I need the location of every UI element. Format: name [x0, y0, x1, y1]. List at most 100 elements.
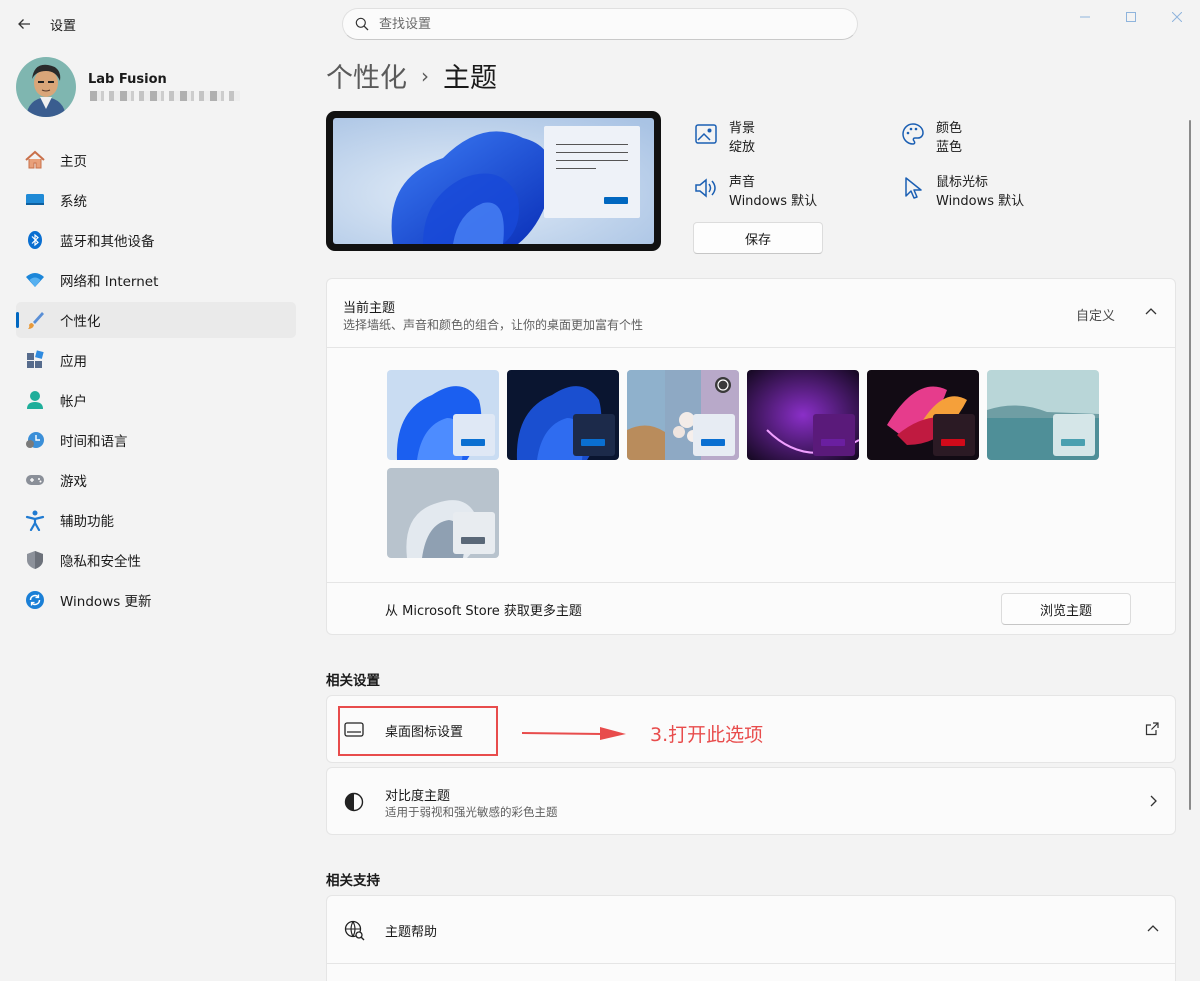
speaker-icon [695, 178, 716, 198]
breadcrumb: 个性化 › 主题 [326, 56, 497, 95]
property-background[interactable]: 背景 绽放 [693, 119, 755, 157]
app-title: 设置 [50, 19, 77, 34]
globe-search-icon [344, 920, 365, 941]
breadcrumb-parent[interactable]: 个性化 [326, 56, 407, 95]
contrast-icon [344, 792, 364, 812]
system-icon [24, 189, 46, 211]
user-name: Lab Fusion [88, 72, 167, 87]
update-icon [24, 589, 46, 611]
related-support-title: 相关支持 [326, 873, 380, 889]
current-theme-card: 当前主题 选择墙纸、声音和颜色的组合，让你的桌面更加富有个性 自定义 从 Mic… [326, 278, 1176, 635]
store-text: 从 Microsoft Store 获取更多主题 [385, 604, 582, 619]
title-bar: 设置 [0, 0, 1200, 48]
gamepad-icon [24, 469, 46, 491]
sidebar-item-windows-update[interactable]: Windows 更新 [16, 582, 296, 618]
theme-thumbnail-bloom-light[interactable] [387, 370, 499, 460]
sidebar-item-privacy[interactable]: 隐私和安全性 [16, 542, 296, 578]
chevron-up-icon[interactable] [1147, 923, 1159, 935]
chevron-right-icon [1150, 795, 1157, 807]
annotation-highlight-box [338, 706, 498, 756]
home-icon [24, 149, 46, 171]
sidebar-item-accessibility[interactable]: 辅助功能 [16, 502, 296, 538]
sidebar-item-system[interactable]: 系统 [16, 182, 296, 218]
theme-thumbnail-glow[interactable] [747, 370, 859, 460]
sidebar-item-bluetooth[interactable]: 蓝牙和其他设备 [16, 222, 296, 258]
chevron-up-icon[interactable] [1145, 306, 1157, 318]
theme-help-row[interactable]: 主题帮助 [327, 896, 1175, 964]
sidebar-item-label: 时间和语言 [60, 434, 128, 450]
cursor-icon [905, 177, 922, 199]
sidebar-item-label: 辅助功能 [60, 514, 114, 530]
theme-thumbnail-flow[interactable] [987, 370, 1099, 460]
theme-thumbnail-spotlight[interactable] [627, 370, 739, 460]
current-theme-mode: 自定义 [1075, 309, 1115, 324]
sidebar-item-personalization[interactable]: 个性化 [16, 302, 296, 338]
account-icon [24, 389, 46, 411]
search-input[interactable] [379, 16, 819, 32]
contrast-themes-title: 对比度主题 [385, 789, 451, 804]
wifi-icon [24, 269, 46, 291]
property-label: 颜色 [936, 121, 963, 136]
theme-help-card: 主题帮助 [326, 895, 1176, 981]
palette-icon [902, 123, 924, 145]
accessibility-icon [24, 509, 46, 531]
contrast-themes-subtitle: 适用于弱视和强光敏感的彩色主题 [385, 805, 558, 819]
related-settings-title: 相关设置 [326, 673, 380, 689]
page-title: 主题 [443, 63, 497, 94]
current-theme-header[interactable]: 当前主题 选择墙纸、声音和颜色的组合，让你的桌面更加富有个性 自定义 [327, 279, 1175, 348]
current-theme-subtitle: 选择墙纸、声音和颜色的组合，让你的桌面更加富有个性 [343, 318, 644, 332]
property-value: Windows 默认 [729, 194, 818, 209]
sidebar-item-label: 帐户 [60, 394, 87, 410]
shield-icon [24, 549, 46, 571]
sidebar-item-apps[interactable]: 应用 [16, 342, 296, 378]
property-value: Windows 默认 [936, 194, 1025, 209]
sidebar-item-gaming[interactable]: 游戏 [16, 462, 296, 498]
avatar [16, 57, 76, 117]
theme-thumbnail-bloom-dark[interactable] [507, 370, 619, 460]
property-label: 鼠标光标 [936, 175, 989, 190]
sidebar-item-network[interactable]: 网络和 Internet [16, 262, 296, 298]
property-value: 绽放 [729, 140, 756, 155]
sidebar-item-label: Windows 更新 [60, 594, 152, 610]
property-label: 声音 [729, 175, 756, 190]
property-value: 蓝色 [936, 140, 963, 155]
theme-thumbnail-sunrise[interactable] [387, 468, 499, 558]
property-sound[interactable]: 声音 Windows 默认 [693, 173, 817, 211]
sidebar-item-label: 个性化 [60, 314, 101, 330]
image-icon [695, 124, 717, 144]
current-theme-title: 当前主题 [343, 301, 396, 316]
sidebar-item-label: 主页 [60, 154, 87, 170]
save-button[interactable]: 保存 [693, 222, 823, 254]
minimize-icon [1080, 16, 1090, 18]
annotation-arrow-icon [521, 727, 626, 740]
preview-wallpaper [333, 118, 654, 244]
theme-thumbnail-captured-motion[interactable] [867, 370, 979, 460]
sidebar-item-home[interactable]: 主页 [16, 142, 296, 178]
preview-window [544, 126, 640, 218]
sidebar-item-time-language[interactable]: 时间和语言 [16, 422, 296, 458]
time-language-icon [24, 429, 46, 451]
search-box[interactable] [342, 8, 858, 40]
close-button[interactable] [1154, 4, 1200, 30]
sidebar-item-label: 应用 [60, 354, 87, 370]
sidebar-item-label: 系统 [60, 194, 87, 210]
back-button[interactable] [10, 10, 38, 38]
search-icon [355, 17, 369, 31]
contrast-themes-row[interactable]: 对比度主题 适用于弱视和强光敏感的彩色主题 [326, 767, 1176, 835]
browse-themes-button[interactable]: 浏览主题 [1001, 593, 1131, 625]
apps-icon [24, 349, 46, 371]
sidebar-item-label: 网络和 Internet [60, 274, 159, 290]
property-label: 背景 [729, 121, 756, 136]
theme-preview [326, 111, 661, 251]
sidebar-item-label: 蓝牙和其他设备 [60, 234, 155, 250]
sidebar-item-accounts[interactable]: 帐户 [16, 382, 296, 418]
minimize-button[interactable] [1062, 4, 1108, 30]
property-cursor[interactable]: 鼠标光标 Windows 默认 [900, 173, 1024, 211]
maximize-button[interactable] [1108, 4, 1154, 30]
user-email-redacted [90, 91, 240, 101]
external-link-icon [1145, 722, 1159, 736]
property-color[interactable]: 颜色 蓝色 [900, 119, 962, 157]
scrollbar[interactable] [1189, 120, 1191, 810]
sidebar-item-label: 隐私和安全性 [60, 554, 141, 570]
breadcrumb-separator: › [421, 63, 429, 88]
